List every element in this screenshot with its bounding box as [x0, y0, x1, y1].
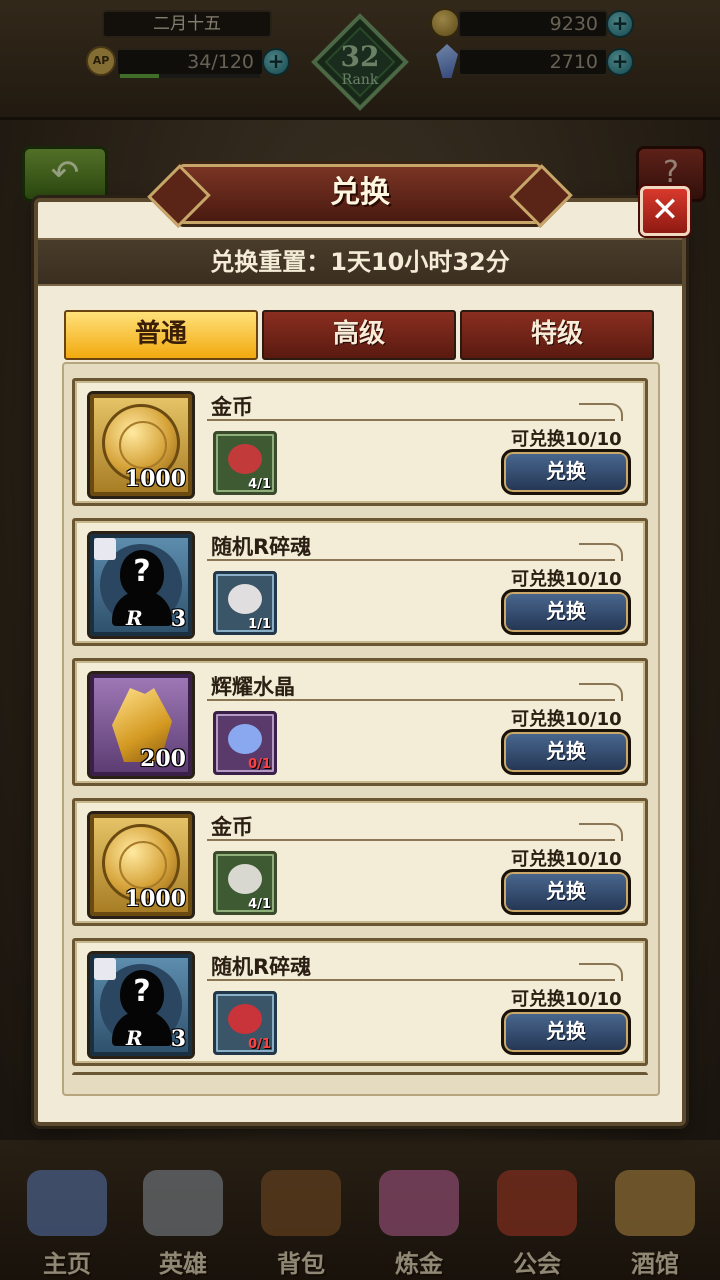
modal-title: 兑换 [178, 164, 542, 224]
flourish-ornament [579, 543, 623, 561]
reward-quantity: 3 [170, 606, 186, 632]
cost-count: 1/1 [248, 617, 271, 632]
reward-icon-frame: 1000 [87, 391, 195, 499]
flourish-ornament [579, 683, 623, 701]
question-mark: ? [133, 974, 151, 1009]
tab-special[interactable]: 特级 [460, 310, 654, 360]
close-button[interactable]: ✕ [640, 186, 690, 236]
divider [207, 559, 615, 561]
cost-item[interactable]: 0/1 [213, 991, 277, 1055]
reward-quantity: 1000 [124, 466, 186, 492]
exchange-limit: 可兑换10/10 [511, 429, 622, 450]
cost-item[interactable]: 1/1 [213, 571, 277, 635]
exchange-button[interactable]: 兑换 [501, 869, 631, 915]
reward-quantity: 1000 [124, 886, 186, 912]
rarity-label: R [126, 606, 143, 630]
exchange-item-card: ? R 3 随机R碎魂 1/1 可兑换10/10 兑换 [72, 518, 648, 646]
cost-item[interactable]: 0/1 [213, 711, 277, 775]
exchange-limit: 可兑换10/10 [511, 849, 622, 870]
flourish-ornament [579, 403, 623, 421]
reward-icon-frame: ? R 3 [87, 951, 195, 1059]
exchange-button[interactable]: 兑换 [501, 449, 631, 495]
divider [207, 839, 615, 841]
cost-count: 4/1 [248, 477, 271, 492]
reward-name: 金币 [211, 815, 253, 839]
divider [207, 699, 615, 701]
exchange-limit: 可兑换10/10 [511, 989, 622, 1010]
reward-name: 随机R碎魂 [211, 955, 312, 979]
rose-bouquet-icon [228, 444, 262, 474]
cost-count: 0/1 [248, 757, 271, 772]
divider [207, 419, 615, 421]
list-end-border [72, 1072, 648, 1082]
tab-advanced[interactable]: 高级 [262, 310, 456, 360]
cost-item[interactable]: 4/1 [213, 851, 277, 915]
reward-name: 辉耀水晶 [211, 675, 295, 699]
newspaper-icon [228, 864, 262, 894]
flourish-ornament [579, 823, 623, 841]
cost-item[interactable]: 4/1 [213, 431, 277, 495]
divider [207, 979, 615, 981]
tier-tabs: 普通 高级 特级 [64, 310, 656, 362]
exchange-item-card: ? R 3 随机R碎魂 0/1 可兑换10/10 兑换 [72, 938, 648, 1066]
reward-quantity: 3 [170, 1026, 186, 1052]
reward-name: 金币 [211, 395, 253, 419]
exchange-limit: 可兑换10/10 [511, 709, 622, 730]
exchange-button[interactable]: 兑换 [501, 589, 631, 635]
exchange-limit: 可兑换10/10 [511, 569, 622, 590]
cost-count: 4/1 [248, 897, 271, 912]
ticket-icon [228, 584, 262, 614]
puzzle-piece-icon [94, 538, 116, 560]
reward-name: 随机R碎魂 [211, 535, 312, 559]
exchange-item-card: 200 辉耀水晶 0/1 可兑换10/10 兑换 [72, 658, 648, 786]
puzzle-piece-icon [94, 958, 116, 980]
red-ribbon-icon [228, 1004, 262, 1034]
reset-timer: 兑换重置：1天10小时32分 [38, 238, 682, 286]
reward-icon-frame: 200 [87, 671, 195, 779]
exchange-button[interactable]: 兑换 [501, 729, 631, 775]
cost-count: 0/1 [248, 1037, 271, 1052]
question-mark: ? [133, 554, 151, 589]
reward-quantity: 200 [140, 746, 186, 772]
exchange-item-card: 1000 金币 4/1 可兑换10/10 兑换 [72, 798, 648, 926]
exchange-button[interactable]: 兑换 [501, 1009, 631, 1055]
reward-icon-frame: 1000 [87, 811, 195, 919]
rarity-label: R [126, 1026, 143, 1050]
exchange-item-card: 1000 金币 4/1 可兑换10/10 兑换 [72, 378, 648, 506]
reward-icon-frame: ? R 3 [87, 531, 195, 639]
blue-rose-icon [228, 724, 262, 754]
flourish-ornament [579, 963, 623, 981]
tab-normal[interactable]: 普通 [64, 310, 258, 360]
